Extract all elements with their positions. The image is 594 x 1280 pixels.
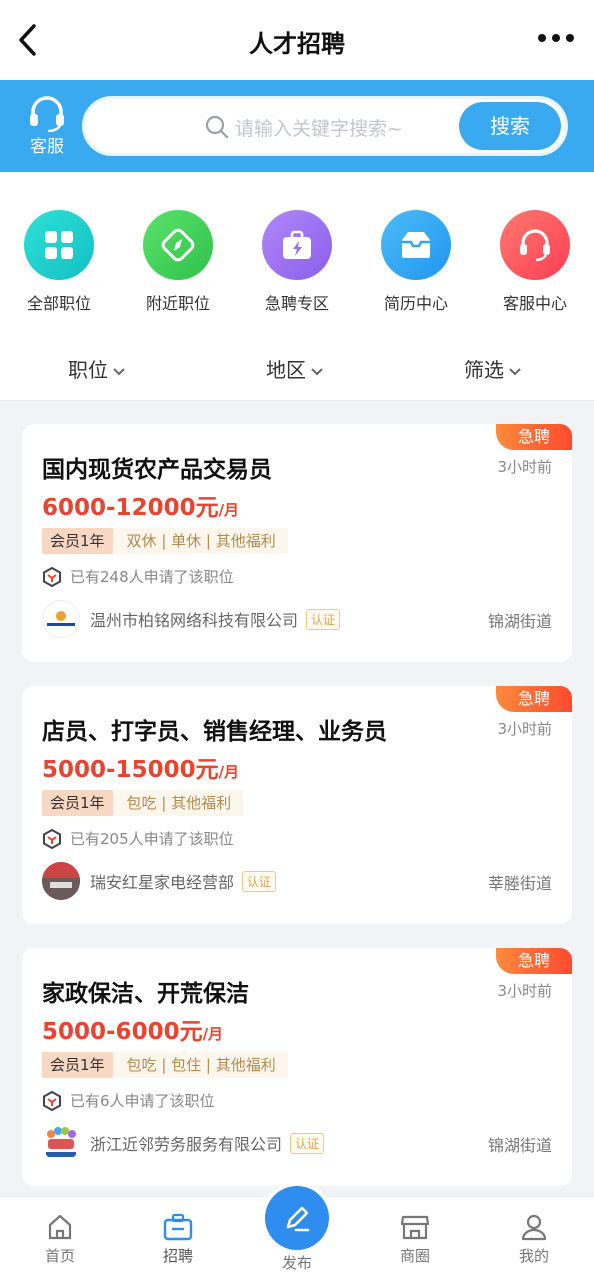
filter-screen[interactable]: 筛选: [464, 354, 522, 383]
post-time: 3小时前: [497, 720, 552, 738]
category-all-jobs[interactable]: 全部职位: [4, 210, 114, 314]
salary: 5000-6000元/月: [42, 1019, 224, 1045]
chevron-down-icon: [113, 367, 125, 375]
tag-row: 会员1年 包吃 | 包住 | 其他福利: [42, 1052, 288, 1078]
category-service-center[interactable]: 客服中心: [480, 210, 590, 314]
job-title: 店员、打字员、销售经理、业务员: [42, 719, 387, 745]
applied-info: 已有6人申请了该职位: [42, 1090, 215, 1111]
job-card[interactable]: 急聘 家政保洁、开荒保洁 3小时前 5000-6000元/月 会员1年 包吃 |…: [22, 948, 572, 1186]
category-label: 简历中心: [383, 294, 448, 313]
compass-icon: [143, 210, 213, 280]
category-grid: 全部职位 附近职位 急聘专区 简历中心 客服中心 职位 地区 筛选: [0, 172, 594, 400]
divider: [0, 400, 594, 401]
job-title: 国内现货农产品交易员: [42, 457, 272, 483]
urgent-badge: 急聘: [496, 424, 572, 450]
category-resume-center[interactable]: 简历中心: [361, 210, 471, 314]
filter-label: 职位: [68, 358, 108, 382]
page-title: 人才招聘: [249, 30, 345, 58]
category-label: 全部职位: [26, 294, 91, 313]
nav-home[interactable]: 首页: [20, 1213, 100, 1266]
pen-icon: [286, 1206, 310, 1232]
category-nearby-jobs[interactable]: 附近职位: [123, 210, 233, 314]
applied-info: 已有205人申请了该职位: [42, 828, 234, 849]
applied-info: 已有248人申请了该职位: [42, 566, 234, 587]
search-icon: [205, 115, 229, 139]
customer-service-label: 客服: [30, 137, 64, 157]
customer-service-button[interactable]: 客服: [22, 96, 72, 157]
home-icon: [48, 1214, 72, 1240]
street-name: 莘塍街道: [487, 874, 552, 893]
company-logo: [42, 862, 80, 900]
chevron-down-icon: [311, 367, 323, 375]
salary: 5000-15000元/月: [42, 757, 240, 783]
company-logo: [42, 600, 80, 638]
publish-button[interactable]: [265, 1186, 329, 1250]
member-tag: 会员1年: [42, 528, 113, 554]
inbox-icon: [381, 210, 451, 280]
cert-badge: 认证: [290, 1132, 325, 1154]
top-bar: 人才招聘: [0, 0, 594, 80]
company-row[interactable]: 浙江近邻劳务服务有限公司 认证: [42, 1124, 325, 1162]
search-input[interactable]: 请输入关键字搜索~: [235, 114, 403, 141]
nav-mine[interactable]: 我的: [494, 1213, 574, 1266]
company-logo: [42, 1124, 80, 1162]
headset-icon: [500, 210, 570, 280]
salary: 6000-12000元/月: [42, 495, 240, 521]
publish-label: 发布: [281, 1254, 312, 1272]
company-name: 浙江近邻劳务服务有限公司: [90, 1135, 283, 1154]
member-tag: 会员1年: [42, 790, 113, 816]
post-time: 3小时前: [497, 458, 552, 476]
filter-label: 筛选: [464, 358, 504, 382]
cube-icon: [43, 828, 61, 849]
company-row[interactable]: 温州市柏铭网络科技有限公司 认证: [42, 600, 341, 638]
perks-tag: 包吃 | 包住 | 其他福利: [126, 1056, 276, 1074]
category-urgent-jobs[interactable]: 急聘专区: [242, 210, 352, 314]
job-card[interactable]: 急聘 店员、打字员、销售经理、业务员 3小时前 5000-15000元/月 会员…: [22, 686, 572, 924]
tag-row: 会员1年 包吃 | 其他福利: [42, 790, 244, 816]
category-label: 附近职位: [145, 294, 210, 313]
urgent-badge: 急聘: [496, 948, 572, 974]
filter-region[interactable]: 地区: [266, 354, 324, 383]
tag-row: 会员1年 双休 | 单休 | 其他福利: [42, 528, 288, 554]
headset-icon: [30, 96, 64, 132]
search-button[interactable]: 搜索: [459, 102, 561, 150]
street-name: 锦湖街道: [487, 1136, 552, 1155]
post-time: 3小时前: [497, 982, 552, 1000]
grid-icon: [24, 210, 94, 280]
search-band: 客服 请输入关键字搜索~ 搜索: [0, 80, 594, 172]
nav-business[interactable]: 商圈: [375, 1213, 455, 1266]
more-icon[interactable]: [538, 34, 574, 44]
perks-tag: 包吃 | 其他福利: [126, 794, 232, 812]
briefcase-bolt-icon: [262, 210, 332, 280]
filter-position[interactable]: 职位: [68, 354, 126, 383]
chevron-down-icon: [509, 367, 521, 375]
cert-badge: 认证: [306, 608, 341, 630]
job-card[interactable]: 急聘 国内现货农产品交易员 3小时前 6000-12000元/月 会员1年 双休…: [22, 424, 572, 662]
search-box[interactable]: 请输入关键字搜索~ 搜索: [82, 96, 568, 156]
cube-icon: [43, 566, 61, 587]
user-icon: [521, 1214, 547, 1241]
cert-badge: 认证: [242, 870, 277, 892]
company-name: 瑞安红星家电经营部: [90, 873, 235, 892]
member-tag: 会员1年: [42, 1052, 113, 1078]
shop-icon: [400, 1215, 430, 1240]
job-title: 家政保洁、开荒保洁: [42, 981, 249, 1007]
urgent-badge: 急聘: [496, 686, 572, 712]
company-row[interactable]: 瑞安红星家电经营部 认证: [42, 862, 277, 900]
category-label: 急聘专区: [264, 294, 329, 313]
company-name: 温州市柏铭网络科技有限公司: [90, 611, 299, 630]
nav-recruit[interactable]: 招聘: [138, 1213, 218, 1266]
filter-label: 地区: [266, 358, 306, 382]
cube-icon: [43, 1090, 61, 1111]
perks-tag: 双休 | 单休 | 其他福利: [126, 532, 276, 550]
category-label: 客服中心: [502, 294, 567, 313]
briefcase-icon: [163, 1213, 193, 1241]
street-name: 锦湖街道: [487, 612, 552, 631]
